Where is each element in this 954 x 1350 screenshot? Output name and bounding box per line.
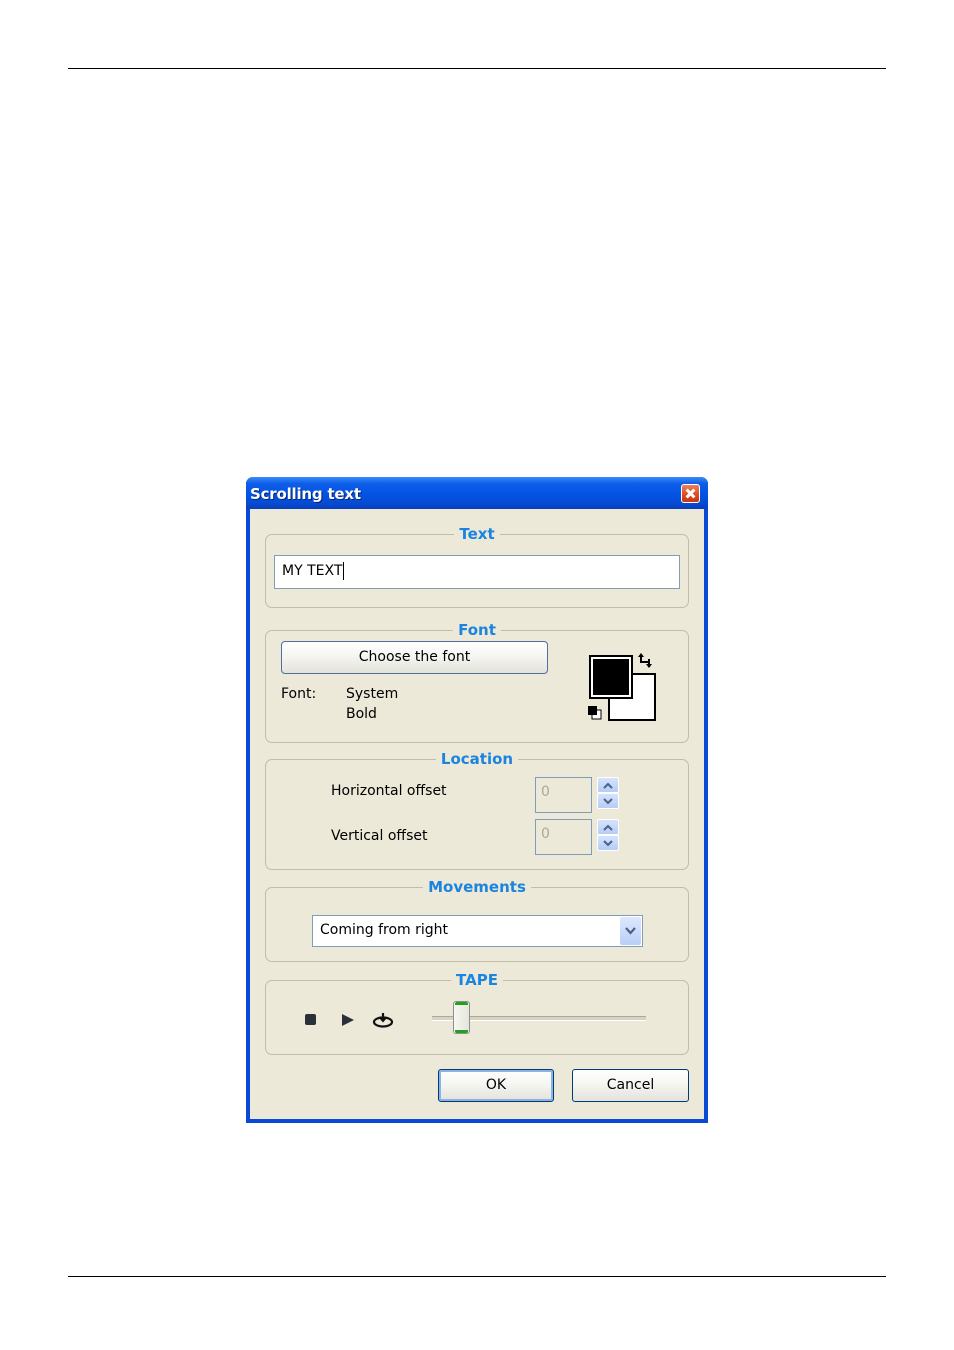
movement-dropdown-button[interactable] — [620, 917, 641, 945]
text-input[interactable]: MY TEXT — [274, 555, 680, 589]
dialog-title: Scrolling text — [250, 485, 361, 503]
page-header-rule — [68, 68, 886, 69]
tape-group: TAPE — [265, 971, 689, 1055]
text-input-value: MY TEXT — [282, 563, 343, 579]
movements-group-legend: Movements — [423, 878, 531, 896]
page-footer-rule — [68, 1276, 886, 1277]
vertical-offset-label: Vertical offset — [331, 828, 428, 844]
horizontal-offset-label: Horizontal offset — [331, 783, 447, 799]
scrolling-text-dialog: Scrolling text Text MY TEXT Font Choose … — [246, 477, 708, 1123]
location-group-legend: Location — [435, 750, 519, 768]
foreground-color-swatch[interactable] — [589, 655, 633, 699]
chevron-down-icon — [603, 798, 613, 805]
tape-slider-thumb[interactable] — [453, 1001, 471, 1034]
chevron-down-icon — [625, 927, 636, 935]
ok-button[interactable]: OK — [438, 1069, 554, 1102]
choose-font-button[interactable]: Choose the font — [281, 641, 548, 674]
location-group: Location Horizontal offset 0 Vertical of… — [265, 750, 689, 870]
movement-selected-value: Coming from right — [320, 922, 449, 938]
font-label: Font: — [281, 686, 317, 702]
movements-group: Movements Coming from right — [265, 878, 689, 962]
chevron-down-icon — [603, 840, 613, 847]
vertical-offset-down[interactable] — [597, 835, 619, 851]
play-icon[interactable] — [340, 1012, 356, 1028]
default-colors-icon[interactable] — [587, 705, 603, 721]
title-bar[interactable]: Scrolling text — [246, 477, 708, 509]
text-caret — [343, 562, 345, 580]
close-button[interactable] — [681, 484, 700, 503]
swap-colors-icon[interactable] — [638, 653, 654, 669]
chevron-up-icon — [603, 782, 613, 789]
loop-icon[interactable] — [371, 1011, 395, 1029]
dialog-body: Text MY TEXT Font Choose the font Font: … — [250, 509, 704, 1119]
text-group-legend: Text — [454, 525, 500, 543]
tape-group-legend: TAPE — [451, 971, 503, 989]
cancel-button[interactable]: Cancel — [572, 1069, 689, 1102]
font-group-legend: Font — [453, 621, 501, 639]
vertical-offset-up[interactable] — [597, 819, 619, 835]
vertical-offset-input[interactable]: 0 — [535, 819, 592, 855]
text-group: Text MY TEXT — [265, 525, 689, 608]
font-style: Bold — [346, 706, 377, 722]
font-group: Font Choose the font Font: System Bold — [265, 621, 689, 743]
stop-icon[interactable] — [304, 1013, 318, 1027]
movement-select[interactable]: Coming from right — [312, 915, 643, 947]
horizontal-offset-down[interactable] — [597, 793, 619, 809]
font-name: System — [346, 686, 399, 702]
chevron-up-icon — [603, 824, 613, 831]
horizontal-offset-up[interactable] — [597, 777, 619, 793]
horizontal-offset-input[interactable]: 0 — [535, 777, 592, 813]
